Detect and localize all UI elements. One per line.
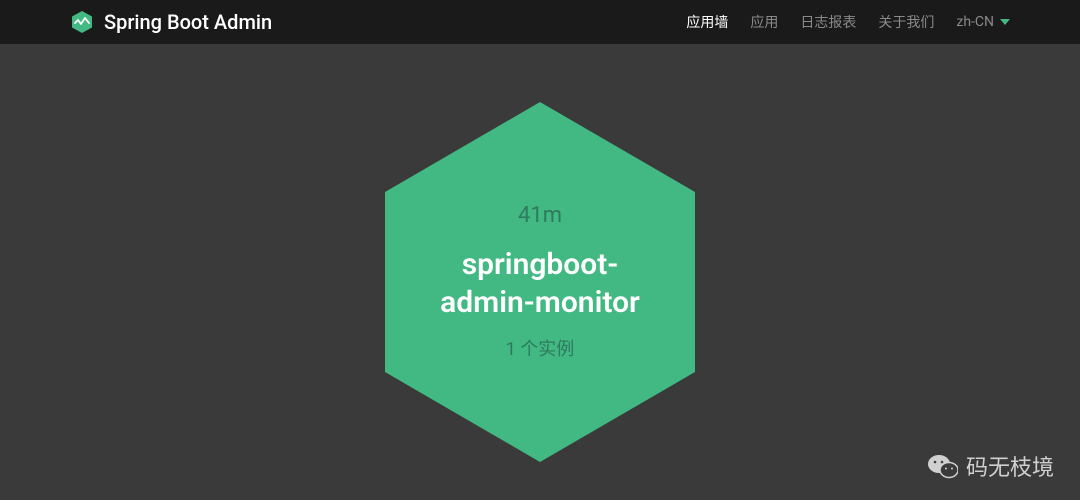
wallboard-main: 41m springboot- admin-monitor 1 个实例 — [0, 44, 1080, 500]
nav-item-applications[interactable]: 应用 — [750, 12, 778, 32]
brand-title: Spring Boot Admin — [104, 10, 272, 34]
navbar-right: 应用墙 应用 日志报表 关于我们 zh-CN — [686, 12, 1060, 32]
application-name: springboot- admin-monitor — [440, 246, 640, 321]
application-card[interactable]: 41m springboot- admin-monitor 1 个实例 — [380, 97, 700, 467]
chevron-down-icon — [1000, 19, 1010, 25]
application-instance-count: 1 个实例 — [506, 335, 575, 361]
application-card-content: 41m springboot- admin-monitor 1 个实例 — [440, 203, 640, 361]
wechat-icon — [928, 453, 958, 479]
language-label: zh-CN — [956, 14, 994, 30]
application-uptime: 41m — [518, 203, 562, 228]
language-selector[interactable]: zh-CN — [956, 14, 1010, 30]
watermark: 码无枝境 — [928, 450, 1054, 482]
nav-item-wallboard[interactable]: 应用墙 — [686, 12, 728, 32]
navbar: Spring Boot Admin 应用墙 应用 日志报表 关于我们 zh-CN — [0, 0, 1080, 44]
logo-icon — [70, 10, 94, 34]
nav-item-about[interactable]: 关于我们 — [878, 12, 934, 32]
watermark-text: 码无枝境 — [966, 450, 1054, 482]
nav-item-journal[interactable]: 日志报表 — [800, 12, 856, 32]
navbar-brand[interactable]: Spring Boot Admin — [70, 10, 272, 34]
